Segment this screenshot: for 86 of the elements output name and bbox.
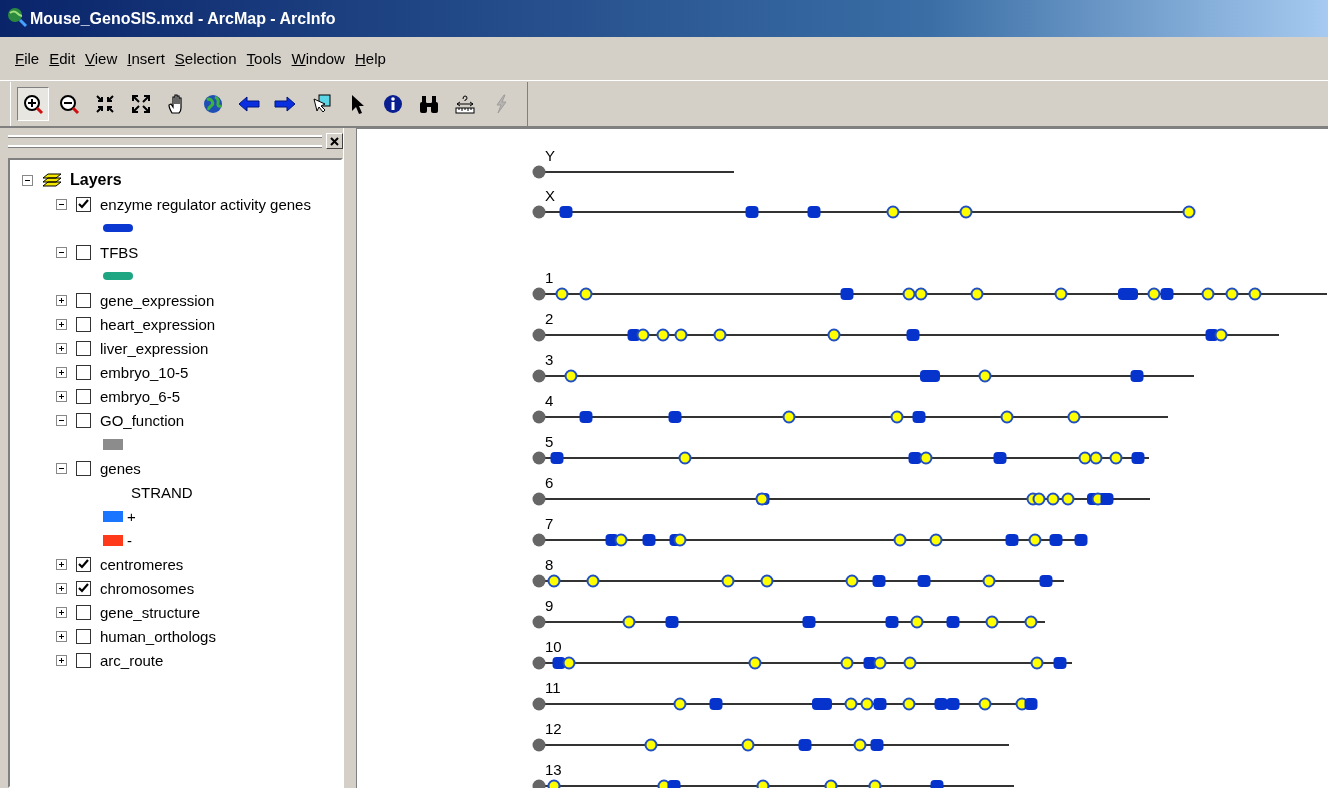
- layer-name[interactable]: enzyme regulator activity genes: [99, 195, 311, 213]
- globe-icon: [6, 5, 28, 28]
- layer-checkbox[interactable]: [76, 604, 91, 620]
- layer-name[interactable]: TFBS: [99, 243, 139, 261]
- layer-name[interactable]: gene_structure: [99, 603, 201, 621]
- layer-name[interactable]: arc_route: [99, 651, 164, 669]
- layer-checkbox[interactable]: [76, 412, 91, 428]
- layer-checkbox[interactable]: [76, 388, 91, 404]
- layer-name[interactable]: embryo_6-5: [99, 387, 181, 405]
- chromosome-label: 10: [545, 638, 562, 655]
- layer-name[interactable]: heart_expression: [99, 315, 216, 333]
- layer-name[interactable]: genes: [99, 459, 141, 477]
- layer-checkbox[interactable]: [76, 292, 91, 308]
- layer-checkbox[interactable]: [76, 628, 91, 644]
- splitter-bar[interactable]: [343, 128, 357, 788]
- tool-button[interactable]: [17, 86, 49, 121]
- window-title: Mouse_GenoSIS.mxd - ArcMap - ArcInfo: [30, 9, 336, 28]
- outward-arrows-icon: [130, 92, 152, 115]
- chromosome-label: 4: [545, 392, 554, 409]
- menu-item[interactable]: Tools: [241, 48, 287, 69]
- close-icon: [330, 136, 339, 146]
- expand-toggle[interactable]: [56, 366, 67, 378]
- menu-item[interactable]: Insert: [122, 48, 170, 69]
- legend-label: +: [127, 507, 136, 525]
- chromosome-label: 5: [545, 433, 554, 450]
- layers-icon: [42, 172, 62, 188]
- legend-heading: STRAND: [130, 483, 193, 501]
- zoom-out-icon: [58, 92, 80, 115]
- chromosome-label: 8: [545, 556, 554, 573]
- layer-checkbox[interactable]: [76, 196, 91, 212]
- globe-icon: [202, 92, 224, 115]
- chromosome-label: 9: [545, 597, 554, 614]
- menu-item[interactable]: Help: [349, 48, 391, 69]
- chromosome-label: X: [545, 187, 555, 204]
- chromosome-label: 3: [545, 351, 554, 368]
- layer-name[interactable]: human_orthologs: [99, 627, 216, 645]
- layer-checkbox[interactable]: [76, 652, 91, 668]
- expand-toggle[interactable]: [56, 558, 67, 570]
- layer-name[interactable]: liver_expression: [99, 339, 209, 357]
- chromosome-label: 1: [545, 269, 554, 286]
- chromosome-label: 13: [545, 761, 562, 778]
- layer-name[interactable]: embryo_10-5: [99, 363, 189, 381]
- inward-arrows-icon: [94, 92, 116, 115]
- layer-name[interactable]: GO_function: [99, 411, 185, 429]
- legend-label: -: [127, 531, 132, 549]
- ruler-icon: [454, 92, 476, 115]
- expand-toggle[interactable]: [56, 342, 67, 354]
- collapse-toggle[interactable]: [56, 462, 67, 474]
- collapse-toggle[interactable]: [22, 174, 33, 186]
- collapse-toggle[interactable]: [56, 246, 67, 258]
- layer-name[interactable]: centromeres: [99, 555, 184, 573]
- menu-item[interactable]: Selection: [169, 48, 242, 69]
- close-button[interactable]: [326, 133, 343, 149]
- chromosome-label: 7: [545, 515, 554, 532]
- menu-item[interactable]: Window: [286, 48, 350, 69]
- expand-toggle[interactable]: [56, 390, 67, 402]
- layer-checkbox[interactable]: [76, 364, 91, 380]
- layer-checkbox[interactable]: [76, 340, 91, 356]
- chromosome-label: 11: [545, 679, 561, 696]
- layer-checkbox[interactable]: [76, 580, 91, 596]
- layer-group-label[interactable]: Layers: [70, 171, 122, 189]
- panel-grip[interactable]: [8, 135, 322, 147]
- menu-item[interactable]: File: [10, 48, 45, 69]
- chromosome-label: 6: [545, 474, 554, 491]
- layer-name[interactable]: chromosomes: [99, 579, 195, 597]
- info-icon: [382, 92, 404, 115]
- expand-toggle[interactable]: [56, 606, 67, 618]
- chromosome-label: 12: [545, 720, 562, 737]
- collapse-toggle[interactable]: [56, 414, 67, 426]
- layer-checkbox[interactable]: [76, 244, 91, 260]
- chromosome-label: Y: [545, 147, 555, 164]
- menu-item[interactable]: Edit: [44, 48, 81, 69]
- expand-toggle[interactable]: [56, 582, 67, 594]
- collapse-toggle[interactable]: [56, 198, 67, 210]
- menu-item[interactable]: View: [80, 48, 123, 69]
- chromosome-label: 2: [545, 310, 554, 327]
- expand-toggle[interactable]: [56, 630, 67, 642]
- zoom-in-icon: [22, 92, 44, 115]
- pointer-box-icon: [310, 92, 332, 115]
- expand-toggle[interactable]: [56, 318, 67, 330]
- layer-checkbox[interactable]: [76, 316, 91, 332]
- layer-name[interactable]: gene_expression: [99, 291, 215, 309]
- expand-toggle[interactable]: [56, 654, 67, 666]
- expand-toggle[interactable]: [56, 294, 67, 306]
- layer-checkbox[interactable]: [76, 460, 91, 476]
- layer-checkbox[interactable]: [76, 556, 91, 572]
